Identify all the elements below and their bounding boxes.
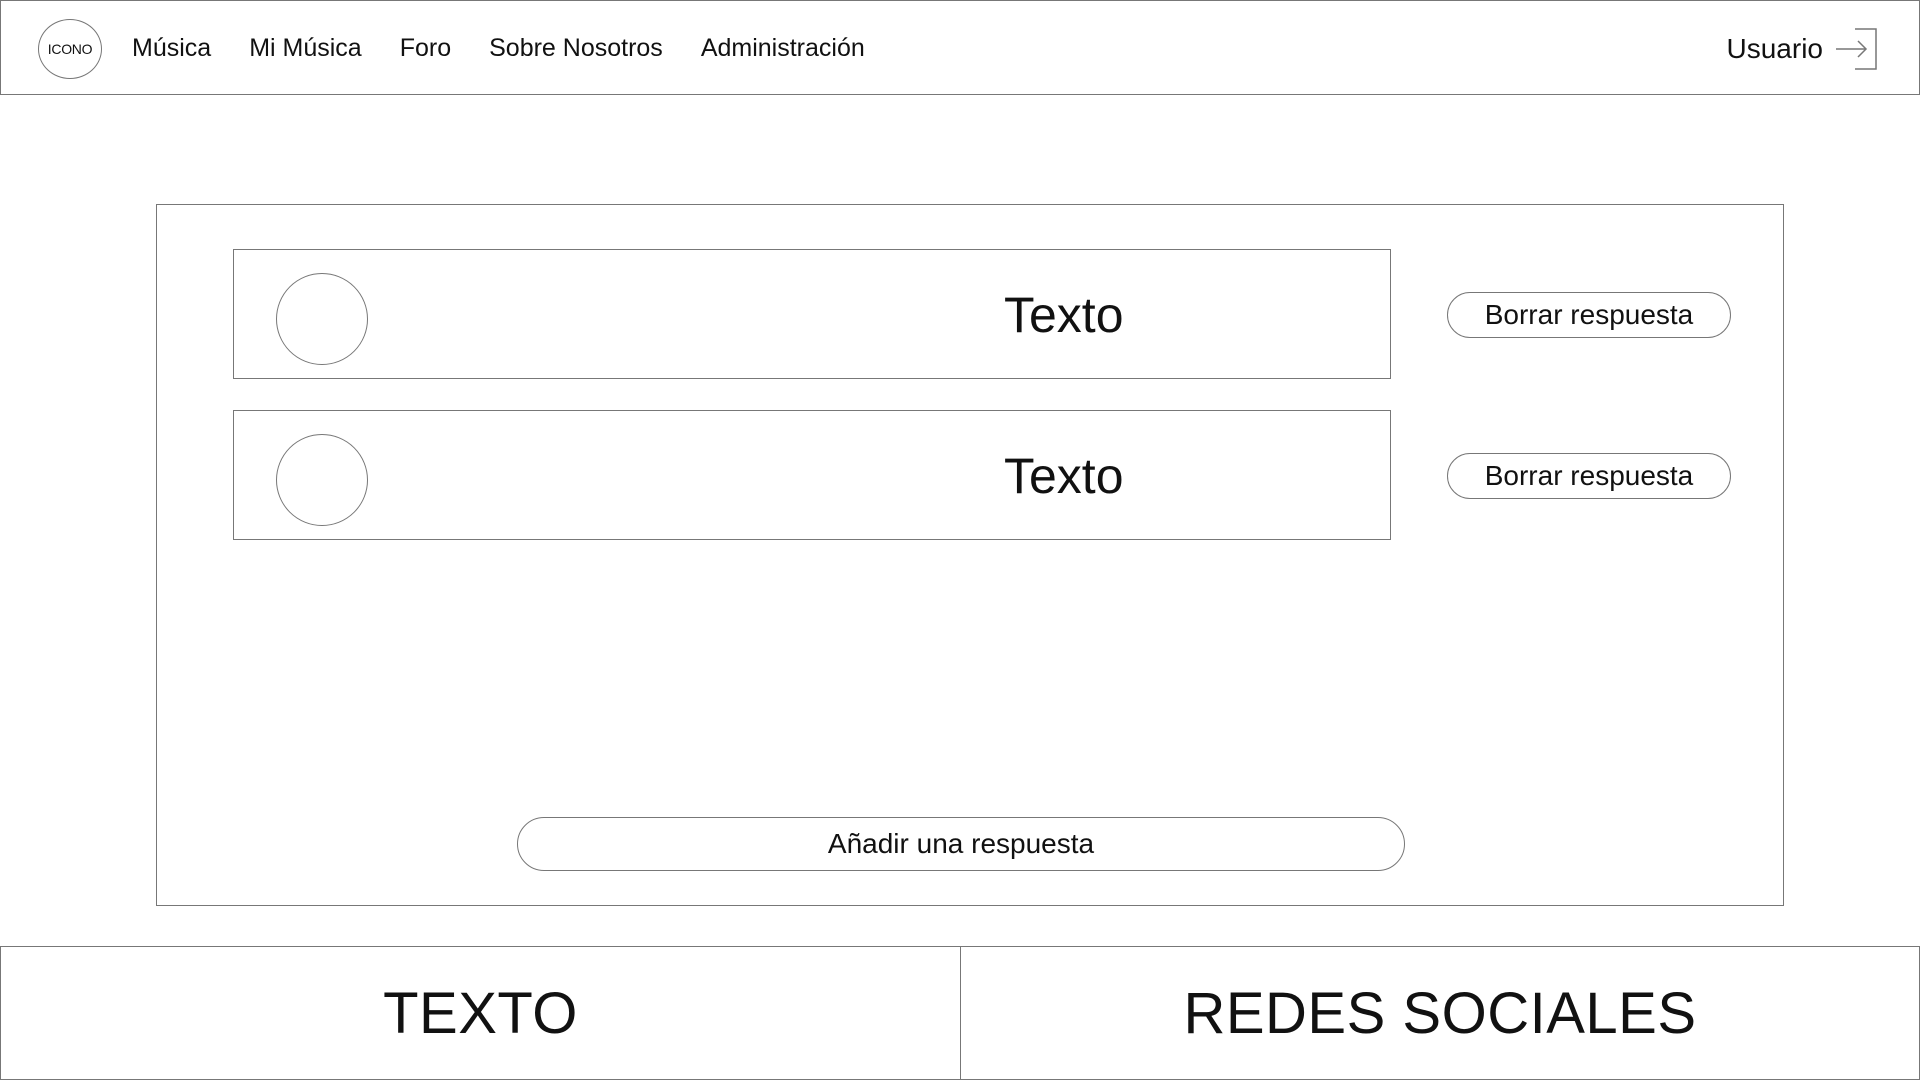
response-card: Texto (233, 410, 1391, 540)
nav-item-administracion[interactable]: Administración (701, 34, 865, 63)
user-area: Usuario (1727, 1, 1877, 96)
response-card: Texto (233, 249, 1391, 379)
nav-item-mi-musica[interactable]: Mi Música (249, 34, 362, 63)
top-navbar: ICONO Música Mi Música Foro Sobre Nosotr… (0, 0, 1920, 95)
nav-item-sobre-nosotros[interactable]: Sobre Nosotros (489, 34, 663, 63)
responses-panel: Texto Borrar respuesta Texto Borrar resp… (156, 204, 1784, 906)
avatar (276, 434, 368, 526)
user-label[interactable]: Usuario (1727, 33, 1823, 65)
footer: TEXTO REDES SOCIALES (0, 946, 1920, 1080)
delete-response-button[interactable]: Borrar respuesta (1447, 453, 1731, 499)
main-nav: Música Mi Música Foro Sobre Nosotros Adm… (132, 1, 865, 96)
logout-arrow-icon[interactable] (1835, 27, 1877, 70)
page: ICONO Música Mi Música Foro Sobre Nosotr… (0, 0, 1920, 1080)
logo[interactable]: ICONO (38, 19, 102, 79)
delete-response-button[interactable]: Borrar respuesta (1447, 292, 1731, 338)
avatar (276, 273, 368, 365)
footer-left-text: TEXTO (383, 980, 578, 1046)
footer-social: REDES SOCIALES (961, 946, 1920, 1080)
nav-item-foro[interactable]: Foro (400, 34, 451, 63)
nav-item-musica[interactable]: Música (132, 34, 211, 63)
add-response-button[interactable]: Añadir una respuesta (517, 817, 1405, 871)
footer-text: TEXTO (0, 946, 961, 1080)
footer-social-text[interactable]: REDES SOCIALES (1183, 980, 1696, 1047)
response-text: Texto (1004, 287, 1124, 343)
logo-text: ICONO (47, 41, 93, 57)
response-text: Texto (1004, 448, 1124, 504)
